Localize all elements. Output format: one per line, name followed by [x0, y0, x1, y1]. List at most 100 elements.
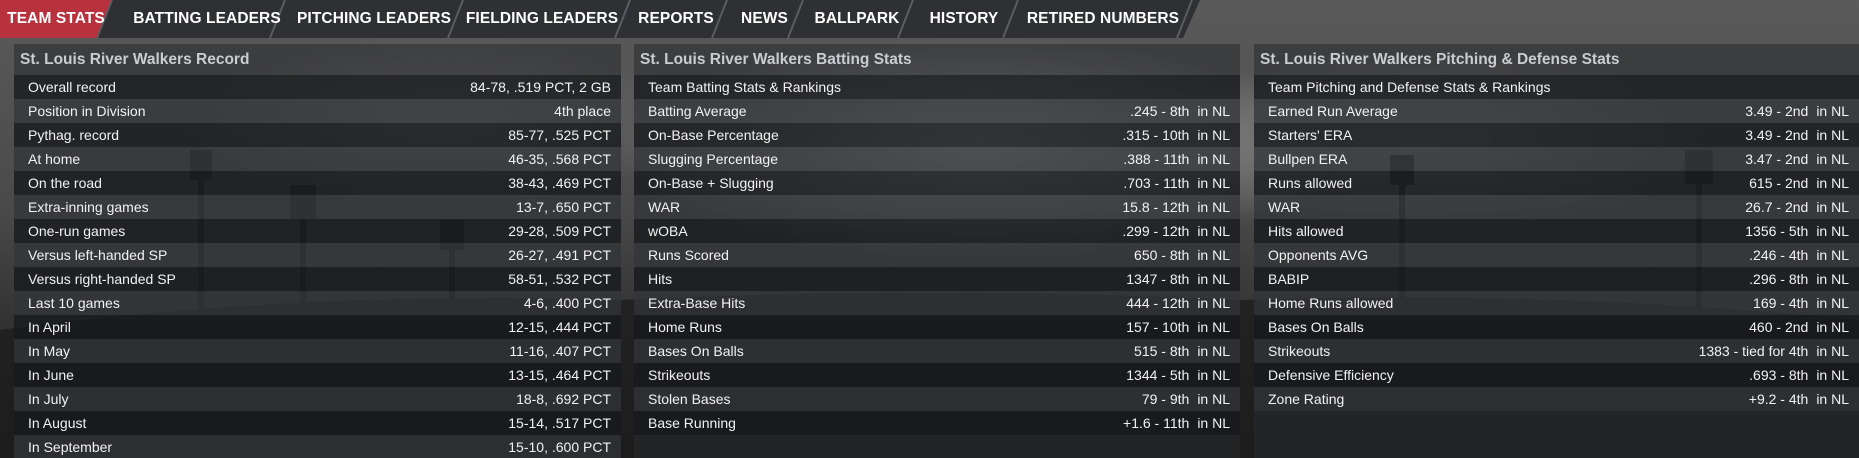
row-value: 460 - 2nd: [1749, 319, 1809, 335]
row-value: 29-28, .509 PCT: [508, 223, 611, 239]
row-label: In July: [28, 391, 69, 407]
table-row: Runs allowed 615 - 2nd in NL: [1254, 171, 1859, 195]
row-league-suffix: in NL: [1197, 271, 1230, 287]
row-label: wOBA: [648, 223, 688, 239]
pitching-section-label: Team Pitching and Defense Stats & Rankin…: [1268, 79, 1551, 95]
row-value-group: .693 - 8th in NL: [1749, 367, 1849, 383]
row-value-group: +9.2 - 4th in NL: [1749, 391, 1849, 407]
batting-panel-title: St. Louis River Walkers Batting Stats: [640, 51, 912, 68]
row-value-group: 615 - 2nd in NL: [1749, 175, 1849, 191]
record-table: Overall record 84-78, .519 PCT, 2 GB Posit…: [14, 75, 621, 458]
table-row: Base Running +1.6 - 11th in NL: [634, 411, 1240, 435]
row-league-suffix: in NL: [1816, 175, 1849, 191]
row-label: Overall record: [28, 79, 116, 95]
row-value: 1356 - 5th: [1745, 223, 1809, 239]
row-value-group: 15-14, .517 PCT: [508, 415, 611, 431]
row-league-suffix: in NL: [1197, 199, 1230, 215]
row-value-group: 515 - 8th in NL: [1134, 343, 1230, 359]
row-label: Bullpen ERA: [1268, 151, 1348, 167]
row-league-suffix: in NL: [1816, 151, 1849, 167]
tab-pitching-leaders[interactable]: PITCHING LEADERS: [290, 0, 458, 38]
row-value-group: 3.49 - 2nd in NL: [1745, 127, 1849, 143]
table-row: On-Base Percentage .315 - 10th in NL: [634, 123, 1240, 147]
tab-team-stats[interactable]: TEAM STATS: [7, 0, 105, 38]
row-label: Position in Division: [28, 103, 146, 119]
row-value-group: 15-10, .600 PCT: [508, 439, 611, 455]
table-row: On-Base + Slugging .703 - 11th in NL: [634, 171, 1240, 195]
table-row: Zone Rating +9.2 - 4th in NL: [1254, 387, 1859, 411]
table-row: Overall record 84-78, .519 PCT, 2 GB: [14, 75, 621, 99]
row-value: 13-7, .650 PCT: [516, 199, 611, 215]
row-value: 46-35, .568 PCT: [508, 151, 611, 167]
row-label: Home Runs: [648, 319, 722, 335]
row-value: 18-8, .692 PCT: [516, 391, 611, 407]
table-row: Opponents AVG .246 - 4th in NL: [1254, 243, 1859, 267]
row-league-suffix: in NL: [1197, 391, 1230, 407]
table-row: Slugging Percentage .388 - 11th in NL: [634, 147, 1240, 171]
row-league-suffix: in NL: [1816, 367, 1849, 383]
tab-retired-numbers[interactable]: RETIRED NUMBERS: [1018, 0, 1188, 38]
row-value-group: 13-7, .650 PCT: [516, 199, 611, 215]
row-label: In June: [28, 367, 74, 383]
row-value-group: 46-35, .568 PCT: [508, 151, 611, 167]
batting-section-header: Team Batting Stats & Rankings: [634, 75, 1240, 99]
row-value-group: .703 - 11th in NL: [1123, 175, 1230, 191]
table-row: Strikeouts 1344 - 5th in NL: [634, 363, 1240, 387]
row-value: 650 - 8th: [1134, 247, 1190, 263]
row-value-group: 79 - 9th in NL: [1142, 391, 1230, 407]
row-league-suffix: in NL: [1816, 295, 1849, 311]
row-label: Runs Scored: [648, 247, 729, 263]
row-value: +1.6 - 11th: [1123, 415, 1190, 431]
row-value-group: 13-15, .464 PCT: [508, 367, 611, 383]
row-label: Hits: [648, 271, 673, 287]
row-value: 12-15, .444 PCT: [508, 319, 611, 335]
row-label: Defensive Efficiency: [1268, 367, 1394, 383]
row-value: .299 - 12th: [1122, 223, 1190, 239]
row-label: Stolen Bases: [648, 391, 731, 407]
row-label: Slugging Percentage: [648, 151, 778, 167]
row-label: Versus right-handed SP: [28, 271, 176, 287]
row-value-group: .388 - 11th in NL: [1123, 151, 1230, 167]
row-league-suffix: in NL: [1816, 319, 1849, 335]
row-label: One-run games: [28, 223, 126, 239]
row-value-group: 38-43, .469 PCT: [508, 175, 611, 191]
row-value: 1344 - 5th: [1126, 367, 1190, 383]
table-row: Pythag. record 85-77, .525 PCT: [14, 123, 621, 147]
table-row: In July 18-8, .692 PCT: [14, 387, 621, 411]
row-value: 84-78, .519 PCT, 2 GB: [470, 79, 611, 95]
row-value: 15-10, .600 PCT: [508, 439, 611, 455]
row-label: At home: [28, 151, 81, 167]
tab-reports[interactable]: REPORTS: [630, 0, 722, 38]
table-row: Extra-inning games 13-7, .650 PCT: [14, 195, 621, 219]
row-value: .388 - 11th: [1123, 151, 1190, 167]
table-row: BABIP .296 - 8th in NL: [1254, 267, 1859, 291]
row-value: .246 - 4th: [1749, 247, 1809, 263]
tab-news[interactable]: NEWS: [727, 0, 802, 38]
row-value-group: .299 - 12th in NL: [1122, 223, 1230, 239]
row-value-group: 29-28, .509 PCT: [508, 223, 611, 239]
row-value-group: 4th place: [554, 103, 611, 119]
table-row: WAR 15.8 - 12th in NL: [634, 195, 1240, 219]
tab-batting-leaders[interactable]: BATTING LEADERS: [117, 0, 297, 38]
tab-fielding-leaders[interactable]: FIELDING LEADERS: [461, 0, 623, 38]
row-label: On-Base Percentage: [648, 127, 779, 143]
top-nav: TEAM STATS BATTING LEADERS PITCHING LEAD…: [0, 0, 1859, 38]
table-row: Home Runs 157 - 10th in NL: [634, 315, 1240, 339]
tab-history[interactable]: HISTORY: [913, 0, 1015, 38]
row-value: 15.8 - 12th: [1122, 199, 1190, 215]
row-value: .693 - 8th: [1749, 367, 1809, 383]
row-league-suffix: in NL: [1197, 223, 1230, 239]
row-label: WAR: [1268, 199, 1301, 215]
tab-ballpark[interactable]: BALLPARK: [803, 0, 911, 38]
row-league-suffix: in NL: [1816, 127, 1849, 143]
row-league-suffix: in NL: [1197, 367, 1230, 383]
table-row: WAR 26.7 - 2nd in NL: [1254, 195, 1859, 219]
row-value-group: .315 - 10th in NL: [1122, 127, 1230, 143]
row-league-suffix: in NL: [1197, 415, 1230, 431]
row-league-suffix: in NL: [1197, 247, 1230, 263]
table-row: Hits 1347 - 8th in NL: [634, 267, 1240, 291]
table-row: Extra-Base Hits 444 - 12th in NL: [634, 291, 1240, 315]
row-value-group: 650 - 8th in NL: [1134, 247, 1230, 263]
row-value-group: .245 - 8th in NL: [1130, 103, 1230, 119]
row-value: 4th place: [554, 103, 611, 119]
